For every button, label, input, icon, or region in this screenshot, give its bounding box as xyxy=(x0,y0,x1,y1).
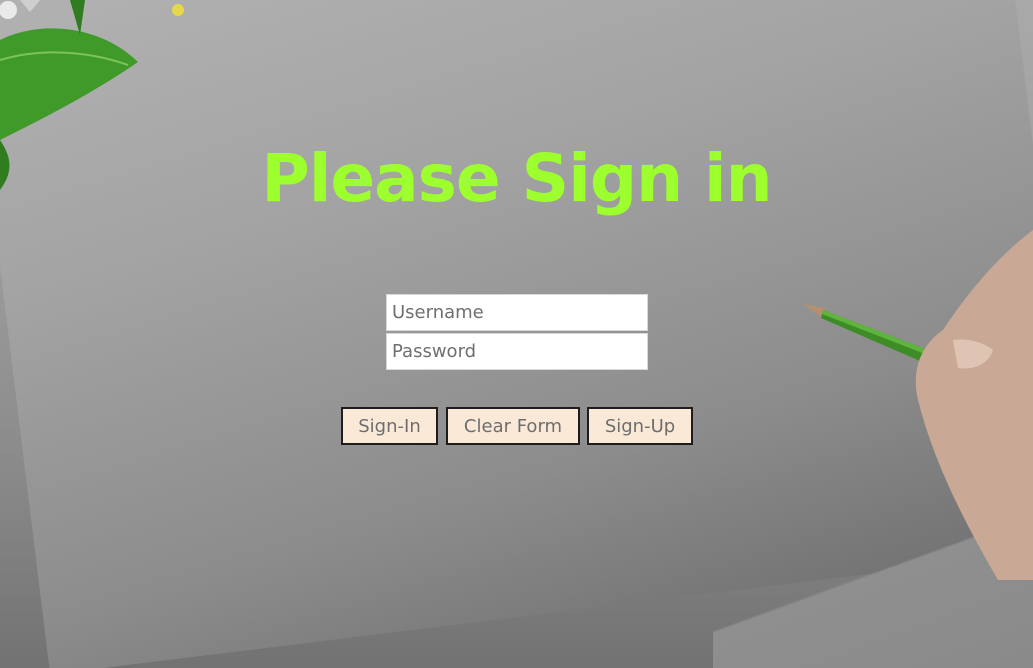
sign-in-button[interactable]: Sign-In xyxy=(341,407,438,445)
password-input[interactable] xyxy=(386,333,648,370)
clear-form-button[interactable]: Clear Form xyxy=(446,407,580,445)
username-input[interactable] xyxy=(386,294,648,331)
hand-pencil-icon xyxy=(803,230,1033,580)
sign-up-button[interactable]: Sign-Up xyxy=(587,407,693,445)
page-title: Please Sign in xyxy=(261,140,772,217)
